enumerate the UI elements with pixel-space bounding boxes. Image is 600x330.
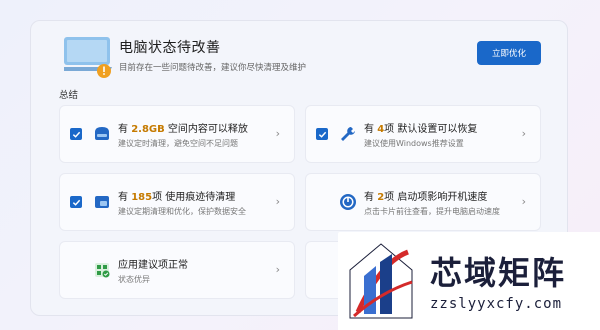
power-icon [340, 194, 356, 210]
card-description: 建议定时清理，避免空间不足问题 [118, 139, 238, 148]
card-app-suggestions[interactable]: 应用建议项正常 状态优异 › [59, 241, 295, 299]
disk-icon [95, 127, 109, 140]
card-default-settings[interactable]: 有 4项 默认设置可以恢复 建议使用Windows推荐设置 › [305, 105, 541, 163]
card-description: 建议定期清理和优化，保护数据安全 [118, 207, 246, 216]
brand-domain: zzslyyxcfy.com [430, 296, 563, 312]
card-usage-traces[interactable]: 有 185项 使用痕迹待清理 建议定期清理和优化，保护数据安全 › [59, 173, 295, 231]
card-description: 建议使用Windows推荐设置 [364, 139, 464, 148]
optimize-now-button[interactable]: 立即优化 [477, 41, 541, 65]
card-title: 有 185项 使用痕迹待清理 [118, 192, 236, 203]
card-description: 点击卡片前往查看，提升电脑启动速度 [364, 207, 500, 216]
chevron-right-icon: › [275, 195, 280, 208]
page-title: 电脑状态待改善 [119, 40, 221, 56]
checkbox-settings[interactable] [316, 128, 328, 140]
checkbox-storage[interactable] [70, 128, 82, 140]
card-storage[interactable]: 有 2.8GB 空间内容可以释放 建议定时清理，避免空间不足问题 › [59, 105, 295, 163]
chevron-right-icon: › [275, 263, 280, 276]
brand-name: 芯域矩阵 [430, 254, 567, 292]
building-logo-icon [349, 243, 413, 319]
chevron-right-icon: › [275, 127, 280, 140]
card-description: 状态优异 [118, 275, 150, 284]
chevron-right-icon: › [521, 195, 526, 208]
checkbox-traces[interactable] [70, 196, 82, 208]
watermark-overlay: 芯域矩阵 zzslyyxcfy.com [338, 232, 600, 330]
card-title: 有 4项 默认设置可以恢复 [364, 124, 478, 135]
wrench-icon [341, 127, 355, 141]
card-title: 有 2项 启动项影响开机速度 [364, 192, 488, 203]
eraser-icon [95, 196, 109, 208]
page-subtitle: 目前存在一些问题待改善，建议你尽快清理及维护 [119, 63, 307, 73]
card-title: 有 2.8GB 空间内容可以释放 [118, 124, 248, 135]
card-startup-items[interactable]: 有 2项 启动项影响开机速度 点击卡片前往查看，提升电脑启动速度 › [305, 173, 541, 231]
apps-check-icon [95, 263, 110, 278]
chevron-right-icon: › [521, 127, 526, 140]
summary-heading: 总结 [59, 90, 79, 101]
card-title: 应用建议项正常 [118, 260, 188, 271]
